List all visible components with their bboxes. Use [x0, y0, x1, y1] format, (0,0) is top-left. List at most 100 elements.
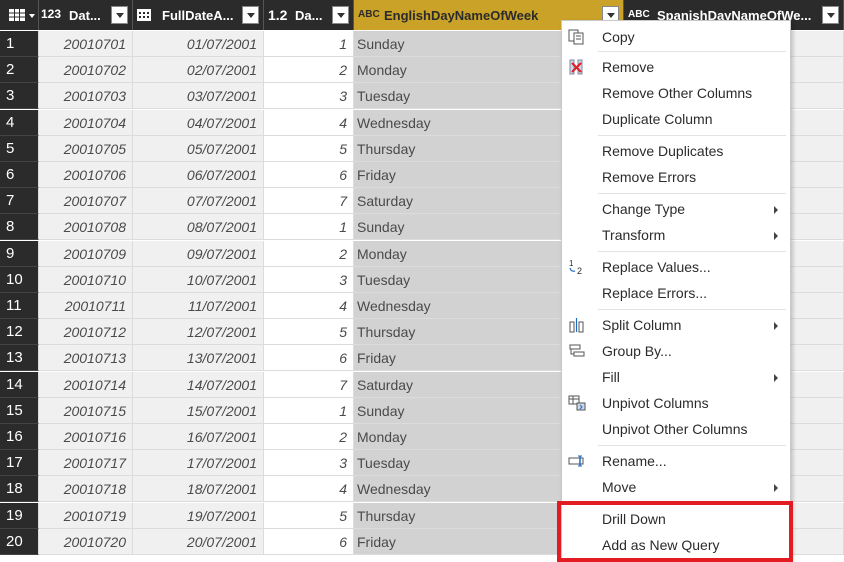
row-number[interactable]: 14 [0, 371, 39, 398]
cell-datekey[interactable]: 20010716 [39, 424, 133, 450]
cell-englishday[interactable]: Friday [354, 162, 564, 188]
cell-fulldate[interactable]: 14/07/2001 [133, 371, 264, 398]
cell-daynumber[interactable]: 4 [264, 293, 354, 319]
cell-daynumber[interactable]: 3 [264, 450, 354, 477]
menu-item-unpivot-columns[interactable]: Unpivot Columns [562, 390, 790, 416]
cell-englishday[interactable]: Thursday [354, 502, 564, 529]
cell-englishday[interactable]: Friday [354, 528, 564, 555]
row-number[interactable]: 7 [0, 188, 39, 215]
row-number[interactable]: 8 [0, 214, 39, 241]
text-type-icon[interactable]: ABC [628, 9, 650, 20]
cell-datekey[interactable]: 20010702 [39, 57, 133, 84]
cell-datekey[interactable]: 20010704 [39, 109, 133, 136]
menu-item-remove[interactable]: Remove [562, 54, 790, 80]
cell-fulldate[interactable]: 15/07/2001 [133, 397, 264, 424]
cell-englishday[interactable]: Tuesday [354, 266, 564, 293]
cell-fulldate[interactable]: 17/07/2001 [133, 450, 264, 477]
row-number[interactable]: 13 [0, 345, 39, 372]
cell-daynumber[interactable]: 5 [264, 135, 354, 162]
calendar-type-icon[interactable] [137, 9, 151, 21]
cell-fulldate[interactable]: 11/07/2001 [133, 293, 264, 319]
cell-englishday[interactable]: Sunday [354, 214, 564, 241]
menu-item-unpivot-other-columns[interactable]: Unpivot Other Columns [562, 416, 790, 442]
row-number[interactable]: 12 [0, 319, 39, 346]
cell-englishday[interactable]: Monday [354, 424, 564, 450]
cell-datekey[interactable]: 20010712 [39, 319, 133, 346]
cell-fulldate[interactable]: 16/07/2001 [133, 424, 264, 450]
cell-fulldate[interactable]: 20/07/2001 [133, 528, 264, 555]
menu-item-remove-duplicates[interactable]: Remove Duplicates [562, 138, 790, 164]
column-filter-dropdown[interactable] [332, 6, 349, 24]
cell-daynumber[interactable]: 5 [264, 319, 354, 346]
cell-fulldate[interactable]: 07/07/2001 [133, 188, 264, 215]
column-header-daynumber[interactable]: 1.2 Da... [264, 0, 354, 30]
whole-number-type-icon[interactable]: 123 [41, 7, 61, 21]
cell-datekey[interactable]: 20010707 [39, 188, 133, 215]
column-header-fulldate[interactable]: FullDateA... [133, 0, 264, 30]
cell-fulldate[interactable]: 13/07/2001 [133, 345, 264, 372]
cell-datekey[interactable]: 20010706 [39, 162, 133, 188]
row-number[interactable]: 2 [0, 57, 39, 84]
column-header-datekey[interactable]: 123 Dat... [39, 0, 133, 30]
cell-daynumber[interactable]: 2 [264, 424, 354, 450]
menu-item-fill[interactable]: Fill [562, 364, 790, 390]
menu-item-split-column[interactable]: Split Column [562, 312, 790, 338]
menu-item-remove-errors[interactable]: Remove Errors [562, 164, 790, 190]
row-number[interactable]: 9 [0, 240, 39, 267]
cell-fulldate[interactable]: 08/07/2001 [133, 214, 264, 241]
cell-datekey[interactable]: 20010719 [39, 502, 133, 529]
row-number[interactable]: 6 [0, 162, 39, 188]
column-filter-dropdown[interactable] [242, 6, 259, 24]
menu-item-change-type[interactable]: Change Type [562, 196, 790, 222]
cell-datekey[interactable]: 20010720 [39, 528, 133, 555]
cell-englishday[interactable]: Wednesday [354, 293, 564, 319]
cell-daynumber[interactable]: 1 [264, 397, 354, 424]
menu-item-replace-errors[interactable]: Replace Errors... [562, 280, 790, 306]
cell-englishday[interactable]: Friday [354, 345, 564, 372]
cell-datekey[interactable]: 20010715 [39, 397, 133, 424]
cell-fulldate[interactable]: 05/07/2001 [133, 135, 264, 162]
cell-englishday[interactable]: Monday [354, 57, 564, 84]
cell-fulldate[interactable]: 10/07/2001 [133, 266, 264, 293]
cell-daynumber[interactable]: 6 [264, 528, 354, 555]
row-number[interactable]: 1 [0, 31, 39, 57]
cell-englishday[interactable]: Sunday [354, 31, 564, 57]
cell-daynumber[interactable]: 6 [264, 345, 354, 372]
column-filter-dropdown[interactable] [822, 6, 839, 24]
row-number[interactable]: 16 [0, 424, 39, 450]
cell-fulldate[interactable]: 09/07/2001 [133, 240, 264, 267]
row-number[interactable]: 20 [0, 528, 39, 555]
cell-daynumber[interactable]: 5 [264, 502, 354, 529]
menu-item-transform[interactable]: Transform [562, 222, 790, 248]
cell-datekey[interactable]: 20010703 [39, 83, 133, 110]
row-number[interactable]: 18 [0, 476, 39, 503]
menu-item-rename[interactable]: Rename... [562, 448, 790, 474]
cell-englishday[interactable]: Saturday [354, 371, 564, 398]
menu-item-move[interactable]: Move [562, 474, 790, 500]
row-number[interactable]: 11 [0, 293, 39, 319]
menu-item-copy[interactable]: Copy [562, 24, 790, 50]
text-type-icon[interactable]: ABC [358, 9, 380, 20]
cell-englishday[interactable]: Tuesday [354, 450, 564, 477]
cell-daynumber[interactable]: 2 [264, 240, 354, 267]
cell-englishday[interactable]: Thursday [354, 319, 564, 346]
cell-fulldate[interactable]: 18/07/2001 [133, 476, 264, 503]
cell-fulldate[interactable]: 19/07/2001 [133, 502, 264, 529]
row-number[interactable]: 10 [0, 266, 39, 293]
cell-datekey[interactable]: 20010701 [39, 31, 133, 57]
menu-item-remove-other-columns[interactable]: Remove Other Columns [562, 80, 790, 106]
cell-fulldate[interactable]: 02/07/2001 [133, 57, 264, 84]
cell-daynumber[interactable]: 1 [264, 31, 354, 57]
cell-fulldate[interactable]: 04/07/2001 [133, 109, 264, 136]
cell-datekey[interactable]: 20010713 [39, 345, 133, 372]
decimal-type-icon[interactable]: 1.2 [268, 7, 287, 23]
cell-englishday[interactable]: Thursday [354, 135, 564, 162]
cell-englishday[interactable]: Tuesday [354, 83, 564, 110]
cell-fulldate[interactable]: 03/07/2001 [133, 83, 264, 110]
cell-daynumber[interactable]: 7 [264, 188, 354, 215]
cell-datekey[interactable]: 20010714 [39, 371, 133, 398]
row-number[interactable]: 3 [0, 83, 39, 110]
cell-fulldate[interactable]: 12/07/2001 [133, 319, 264, 346]
cell-datekey[interactable]: 20010709 [39, 240, 133, 267]
cell-datekey[interactable]: 20010711 [39, 293, 133, 319]
